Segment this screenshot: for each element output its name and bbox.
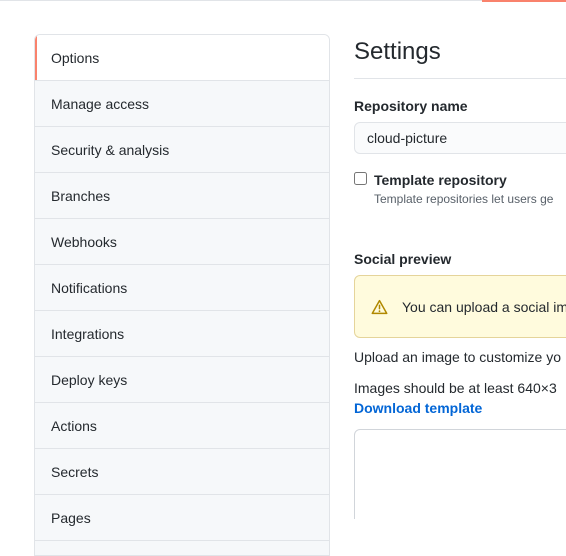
- sidebar-item-label: Security & analysis: [51, 141, 170, 158]
- title-divider: [354, 78, 566, 79]
- social-preview-heading: Social preview: [354, 251, 452, 267]
- sidebar-item-deploy-keys[interactable]: Deploy keys: [35, 357, 329, 403]
- template-repository-checkbox[interactable]: [354, 172, 367, 185]
- sidebar-item-label: Secrets: [51, 463, 99, 480]
- sidebar-item-secrets[interactable]: Secrets: [35, 449, 329, 495]
- sidebar-item-label: Deploy keys: [51, 371, 128, 388]
- sidebar-item-manage-access[interactable]: Manage access: [35, 81, 329, 127]
- download-template-link[interactable]: Download template: [354, 400, 482, 416]
- image-size-note: Images should be at least 640×3: [354, 380, 557, 396]
- sidebar-item-label: Webhooks: [51, 233, 117, 250]
- sidebar-item-label: Notifications: [51, 279, 128, 296]
- sidebar-item-label: Actions: [51, 417, 97, 434]
- sidebar-item-branches[interactable]: Branches: [35, 173, 329, 219]
- template-repository-note: Template repositories let users ge: [374, 192, 554, 206]
- social-preview-image-box[interactable]: [354, 429, 566, 519]
- page-title: Settings: [354, 38, 441, 65]
- warning-text: You can upload a social im: [402, 298, 566, 315]
- template-repository-label[interactable]: Template repository: [374, 172, 507, 188]
- sidebar-item-options[interactable]: Options: [35, 35, 329, 81]
- repo-name-label: Repository name: [354, 98, 468, 114]
- sidebar-item-actions[interactable]: Actions: [35, 403, 329, 449]
- sidebar-item-integrations[interactable]: Integrations: [35, 311, 329, 357]
- sidebar-item-notifications[interactable]: Notifications: [35, 265, 329, 311]
- sidebar-item-label: Branches: [51, 187, 111, 204]
- repo-name-input[interactable]: [354, 122, 566, 154]
- settings-main: Settings Repository name Template reposi…: [354, 0, 566, 519]
- social-preview-warning: You can upload a social im: [354, 275, 566, 338]
- sidebar-item-webhooks[interactable]: Webhooks: [35, 219, 329, 265]
- sidebar-item-label: Options: [51, 49, 100, 66]
- settings-sidebar: Options Manage access Security & analysi…: [34, 34, 330, 556]
- alert-icon: [371, 299, 388, 314]
- sidebar-item-security-analysis[interactable]: Security & analysis: [35, 127, 329, 173]
- sidebar-item-label: Pages: [51, 509, 91, 526]
- sidebar-item-label: Integrations: [51, 325, 125, 342]
- sidebar-item-pages[interactable]: Pages: [35, 495, 329, 541]
- sidebar-item-label: Manage access: [51, 95, 150, 112]
- upload-instructions: Upload an image to customize yo: [354, 349, 561, 365]
